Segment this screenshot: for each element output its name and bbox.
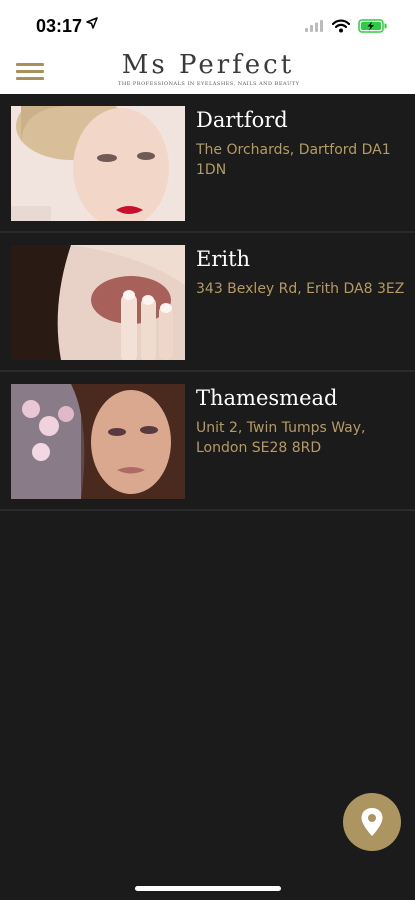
location-name: Dartford [196, 108, 288, 132]
cellular-signal-icon [305, 20, 323, 32]
location-row-erith[interactable]: Erith 343 Bexley Rd, Erith DA8 3EZ [0, 233, 415, 372]
location-row-thamesmead[interactable]: Thamesmead Unit 2, Twin Tumps Way, Londo… [0, 372, 415, 511]
battery-charging-icon [358, 19, 387, 33]
logo-text: Ms Perfect [121, 50, 295, 80]
location-name: Thamesmead [196, 386, 338, 410]
location-name: Erith [196, 247, 251, 271]
map-button[interactable] [343, 793, 401, 851]
location-address: The Orchards, Dartford DA1 1DN [196, 142, 391, 178]
app-header: Ms Perfect THE PROFESSIONALS IN EYELASHE… [0, 48, 415, 94]
home-indicator[interactable] [135, 886, 281, 891]
location-photo [11, 245, 185, 360]
brand-logo: Ms Perfect THE PROFESSIONALS IN EYELASHE… [118, 50, 300, 92]
location-row-dartford[interactable]: Dartford The Orchards, Dartford DA1 1DN [0, 94, 415, 233]
wifi-icon [332, 19, 350, 33]
location-photo [11, 384, 185, 499]
menu-button[interactable] [16, 63, 44, 83]
location-photo [11, 106, 185, 221]
status-bar: 03:17 [0, 0, 415, 48]
map-pin-icon [361, 808, 383, 836]
logo-tagline: THE PROFESSIONALS IN EYELASHES, NAILS AN… [118, 81, 300, 87]
location-list: Dartford The Orchards, Dartford DA1 1DN … [0, 94, 415, 511]
status-time: 03:17 [36, 16, 83, 36]
location-arrow-icon [86, 17, 98, 29]
location-address: 343 Bexley Rd, Erith DA8 3EZ [196, 281, 405, 297]
hamburger-icon [16, 63, 44, 66]
location-address: Unit 2, Twin Tumps Way, London SE28 8RD [196, 420, 366, 456]
